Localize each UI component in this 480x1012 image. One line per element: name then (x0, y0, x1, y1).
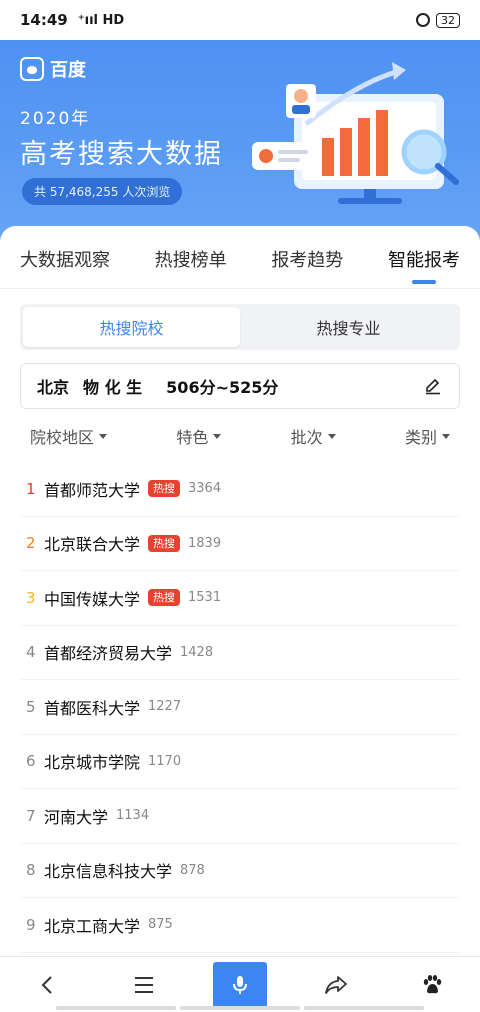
hero-year: 2020年 (20, 109, 91, 129)
school-name: 首都师范大学 (44, 480, 141, 500)
list-item[interactable]: 9 北京工商大学 875 (20, 898, 460, 953)
school-name: 河南大学 (44, 807, 109, 827)
filter-subjects: 物 化 生 (83, 378, 143, 397)
paw-icon (423, 974, 442, 993)
filter-city: 北京 (37, 378, 70, 397)
back-icon (41, 975, 52, 994)
search-count: 1531 (188, 590, 222, 606)
rank-number: 3 (26, 588, 36, 607)
segment-hot-schools[interactable]: 热搜院校 (23, 307, 240, 347)
school-name: 北京信息科技大学 (44, 862, 173, 882)
menu-button[interactable] (117, 962, 171, 1008)
school-name: 首都医科大学 (44, 698, 141, 718)
dropdown-label: 院校地区 (30, 428, 95, 447)
dropdown-batch[interactable]: 批次 (281, 424, 346, 448)
dropdown-feature[interactable]: 特色 (166, 424, 231, 448)
data-monitor-illustration (246, 54, 466, 214)
search-count: 1170 (148, 753, 182, 769)
back-button[interactable] (21, 962, 75, 1008)
list-item[interactable]: 3 中国传媒大学 热搜 1531 (20, 571, 460, 626)
tabs-divider (0, 288, 480, 289)
hot-badge: 热搜 (148, 480, 181, 498)
voice-search-button[interactable] (213, 961, 267, 1008)
tab-hot-ranking[interactable]: 热搜榜单 (155, 246, 227, 284)
list-item[interactable]: 4 首都经济贸易大学 1428 (20, 626, 460, 680)
tab-smart-apply[interactable]: 智能报考 (388, 246, 460, 284)
rank-number: 1 (26, 479, 36, 498)
rank-number: 6 (26, 752, 36, 771)
alarm-icon (416, 13, 430, 27)
baidu-home-button[interactable] (405, 962, 459, 1008)
share-icon (325, 975, 347, 994)
dropdown-filters: 院校地区 特色 批次 类别 (20, 424, 460, 448)
tab-data-observation[interactable]: 大数据观察 (20, 246, 110, 284)
tab-trends[interactable]: 报考趋势 (271, 246, 343, 284)
hero-title: 高考搜索大数据 (20, 139, 223, 170)
rank-number: 2 (26, 534, 36, 553)
search-count: 1428 (180, 644, 214, 660)
search-count: 3364 (188, 481, 222, 497)
list-item[interactable]: 8 北京信息科技大学 878 (20, 844, 460, 898)
baidu-logo: 百度 (20, 56, 86, 82)
views-count-pill: 共 57,468,255 人次浏览 (22, 178, 183, 205)
dropdown-label: 类别 (404, 428, 437, 447)
rank-number: 7 (26, 806, 36, 825)
search-count: 878 (180, 862, 205, 878)
tabs-panel: 大数据观察 热搜榜单 报考趋势 智能报考 (0, 226, 480, 296)
bottom-toolbar (0, 956, 480, 1012)
school-name: 北京城市学院 (44, 753, 141, 773)
dropdown-label: 批次 (290, 428, 323, 447)
list-item[interactable]: 7 河南大学 1134 (20, 789, 460, 844)
battery-indicator: 32 (436, 12, 460, 28)
caret-down-icon (442, 433, 450, 439)
caret-down-icon (327, 433, 336, 439)
gesture-bar (56, 1006, 424, 1010)
hot-badge: 热搜 (148, 534, 181, 552)
search-count: 1839 (188, 535, 222, 551)
baidu-paw-icon (20, 57, 44, 81)
list-item[interactable]: 1 首都师范大学 热搜 3364 (20, 462, 460, 517)
search-count: 1227 (148, 699, 182, 715)
rank-number: 8 (26, 861, 36, 880)
caret-down-icon (213, 433, 222, 439)
mic-icon (233, 975, 247, 994)
dropdown-school-region[interactable]: 院校地区 (20, 424, 117, 448)
segment-hot-majors[interactable]: 热搜专业 (240, 307, 457, 347)
edit-icon[interactable] (423, 376, 443, 396)
dropdown-label: 特色 (176, 428, 209, 447)
list-item[interactable]: 6 北京城市学院 1170 (20, 735, 460, 789)
rank-number: 4 (26, 643, 36, 662)
rank-number: 5 (26, 697, 36, 716)
school-name: 北京工商大学 (44, 916, 141, 936)
hot-badge: 热搜 (148, 589, 181, 607)
segment-control: 热搜院校 热搜专业 (20, 304, 460, 350)
filter-score-range: 506分~525分 (166, 378, 279, 397)
logo-text: 百度 (50, 60, 86, 81)
school-ranking-list: 1 首都师范大学 热搜 3364 2 北京联合大学 热搜 1839 3 中国传媒… (20, 462, 460, 953)
dropdown-category[interactable]: 类别 (395, 424, 460, 448)
signal-indicator: ⁺ııl HD (77, 12, 125, 28)
share-button[interactable] (309, 962, 363, 1008)
status-time: 14:49 (20, 11, 68, 29)
status-bar: 14:49 ⁺ııl HD 32 (0, 0, 480, 40)
rank-number: 9 (26, 915, 36, 934)
school-name: 北京联合大学 (44, 535, 141, 555)
list-item[interactable]: 5 首都医科大学 1227 (20, 680, 460, 735)
search-count: 1134 (116, 808, 150, 824)
caret-down-icon (99, 433, 108, 439)
main-tabs: 大数据观察 热搜榜单 报考趋势 智能报考 (0, 226, 480, 284)
menu-icon (135, 976, 153, 993)
school-name: 中国传媒大学 (44, 589, 141, 609)
school-name: 首都经济贸易大学 (44, 644, 173, 664)
list-item[interactable]: 2 北京联合大学 热搜 1839 (20, 517, 460, 571)
score-filter-box[interactable]: 北京 物 化 生 506分~525分 (20, 363, 460, 409)
search-count: 875 (148, 917, 173, 933)
